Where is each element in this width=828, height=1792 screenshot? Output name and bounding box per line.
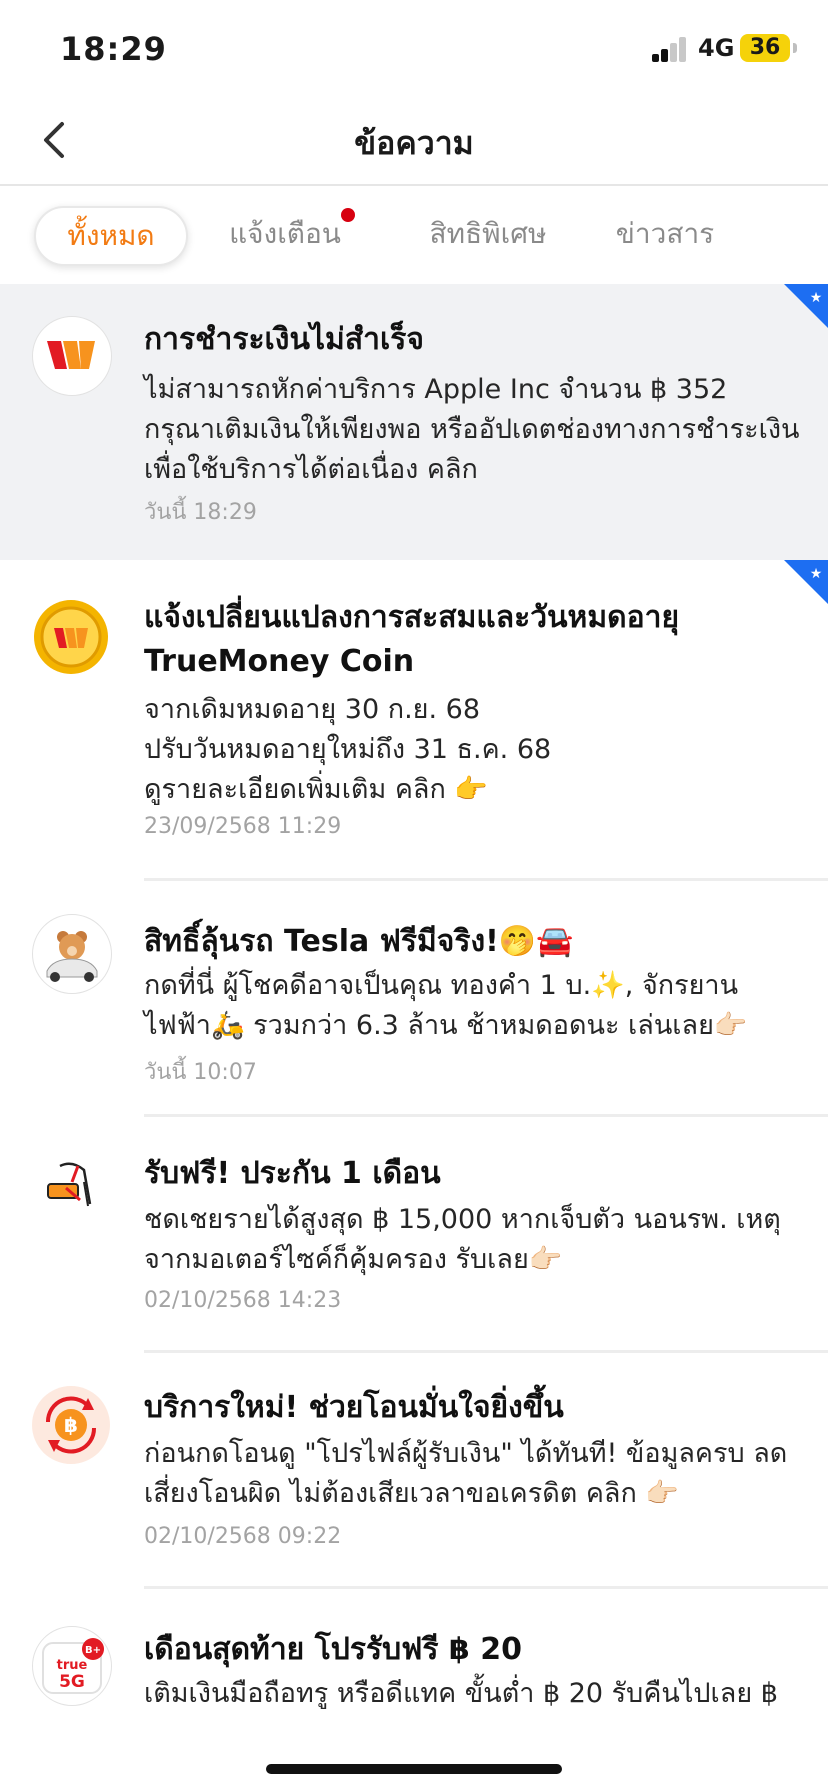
bear-car-icon (32, 914, 112, 994)
transfer-baht-icon: ฿ (32, 1386, 110, 1464)
status-bar: 18:29 4G 36 (0, 0, 828, 96)
svg-text:฿: ฿ (64, 1413, 78, 1437)
battery-cap (793, 43, 797, 53)
tab-privileges[interactable]: สิทธิพิเศษ (408, 206, 568, 262)
tab-notifications[interactable]: แจ้งเตือน (210, 206, 360, 262)
svg-text:★: ★ (810, 290, 823, 306)
message-body: ก่อนกดโอนดู "โปรไฟล์ผู้รับเงิน" ได้ทันที… (144, 1438, 788, 1509)
nav-bar: ข้อความ (0, 96, 828, 186)
message-time: 02/10/2568 14:23 (144, 1288, 342, 1313)
message-title: บริการใหม่! ช่วยโอนมั่นใจยิ่งขึ้น (144, 1390, 564, 1425)
network-type: 4G (698, 34, 735, 62)
message-body: ไม่สามารถหักค่าบริการ Apple Inc จำนวน ฿ … (144, 374, 800, 485)
message-title: รับฟรี! ประกัน 1 เดือน (144, 1156, 441, 1191)
message-item[interactable]: ★ แจ้งเปลี่ยนแปลงการสะสมและวันหมดอายุ Tr… (0, 560, 828, 881)
message-time: 02/10/2568 09:22 (144, 1524, 342, 1549)
message-time: วันนี้ 18:29 (144, 500, 257, 525)
message-item[interactable]: ฿ บริการใหม่! ช่วยโอนมั่นใจยิ่งขึ้น ก่อน… (0, 1352, 828, 1589)
truemoney-logo-icon (32, 316, 112, 396)
message-title: สิทธิ์ลุ้นรถ Tesla ฟรีมีจริง!🤭🚘 (144, 924, 574, 959)
signal-icon (652, 36, 688, 62)
message-item[interactable]: สิทธิ์ลุ้นรถ Tesla ฟรีมีจริง!🤭🚘 กดที่นี่… (0, 880, 828, 1117)
message-body: กดที่นี่ ผู้โชคดีอาจเป็นคุณ ทองคำ 1 บ.✨,… (144, 970, 748, 1041)
tab-bar: ทั้งหมด แจ้งเตือน สิทธิพิเศษ ข่าวสาร (0, 186, 828, 282)
5g-logo-text: 5G (59, 1672, 85, 1692)
message-body: จากเดิมหมดอายุ 30 ก.ย. 68 ปรับวันหมดอายุ… (144, 694, 552, 805)
message-item[interactable]: รับฟรี! ประกัน 1 เดือน ชดเชยรายได้สูงสุด… (0, 1116, 828, 1353)
message-time: 23/09/2568 11:29 (144, 814, 342, 839)
message-body: ชดเชยรายได้สูงสุด ฿ 15,000 หากเจ็บตัว นอ… (144, 1204, 781, 1275)
svg-text:★: ★ (810, 566, 823, 582)
status-time: 18:29 (60, 30, 167, 68)
true-logo-text: true (57, 1658, 88, 1673)
message-item[interactable]: true 5G B+ เดือนสุดท้าย โปรรับฟรี ฿ 20 เ… (0, 1588, 828, 1778)
notification-dot (341, 208, 355, 222)
message-title: เดือนสุดท้าย โปรรับฟรี ฿ 20 (144, 1632, 522, 1667)
message-body: เติมเงินมือถือทรู หรือดีแทค ขั้นต่ำ ฿ 20… (144, 1678, 778, 1709)
tab-news[interactable]: ข่าวสาร (600, 206, 730, 262)
injured-arm-icon (32, 1148, 110, 1226)
battery-icon: 36 (740, 34, 790, 62)
tab-all[interactable]: ทั้งหมด (34, 206, 188, 266)
home-indicator (266, 1764, 562, 1774)
message-item[interactable]: ★ การชำระเงินไม่สำเร็จ ไม่สามารถหักค่าบร… (0, 284, 828, 560)
message-time: วันนี้ 10:07 (144, 1060, 257, 1085)
b-plus-badge: B+ (85, 1645, 101, 1656)
message-title: การชำระเงินไม่สำเร็จ (144, 322, 424, 357)
true-5g-icon: true 5G B+ (32, 1626, 112, 1706)
message-title: แจ้งเปลี่ยนแปลงการสะสมและวันหมดอายุ True… (144, 600, 680, 679)
page-title: ข้อความ (354, 124, 474, 162)
coin-icon (32, 598, 110, 676)
